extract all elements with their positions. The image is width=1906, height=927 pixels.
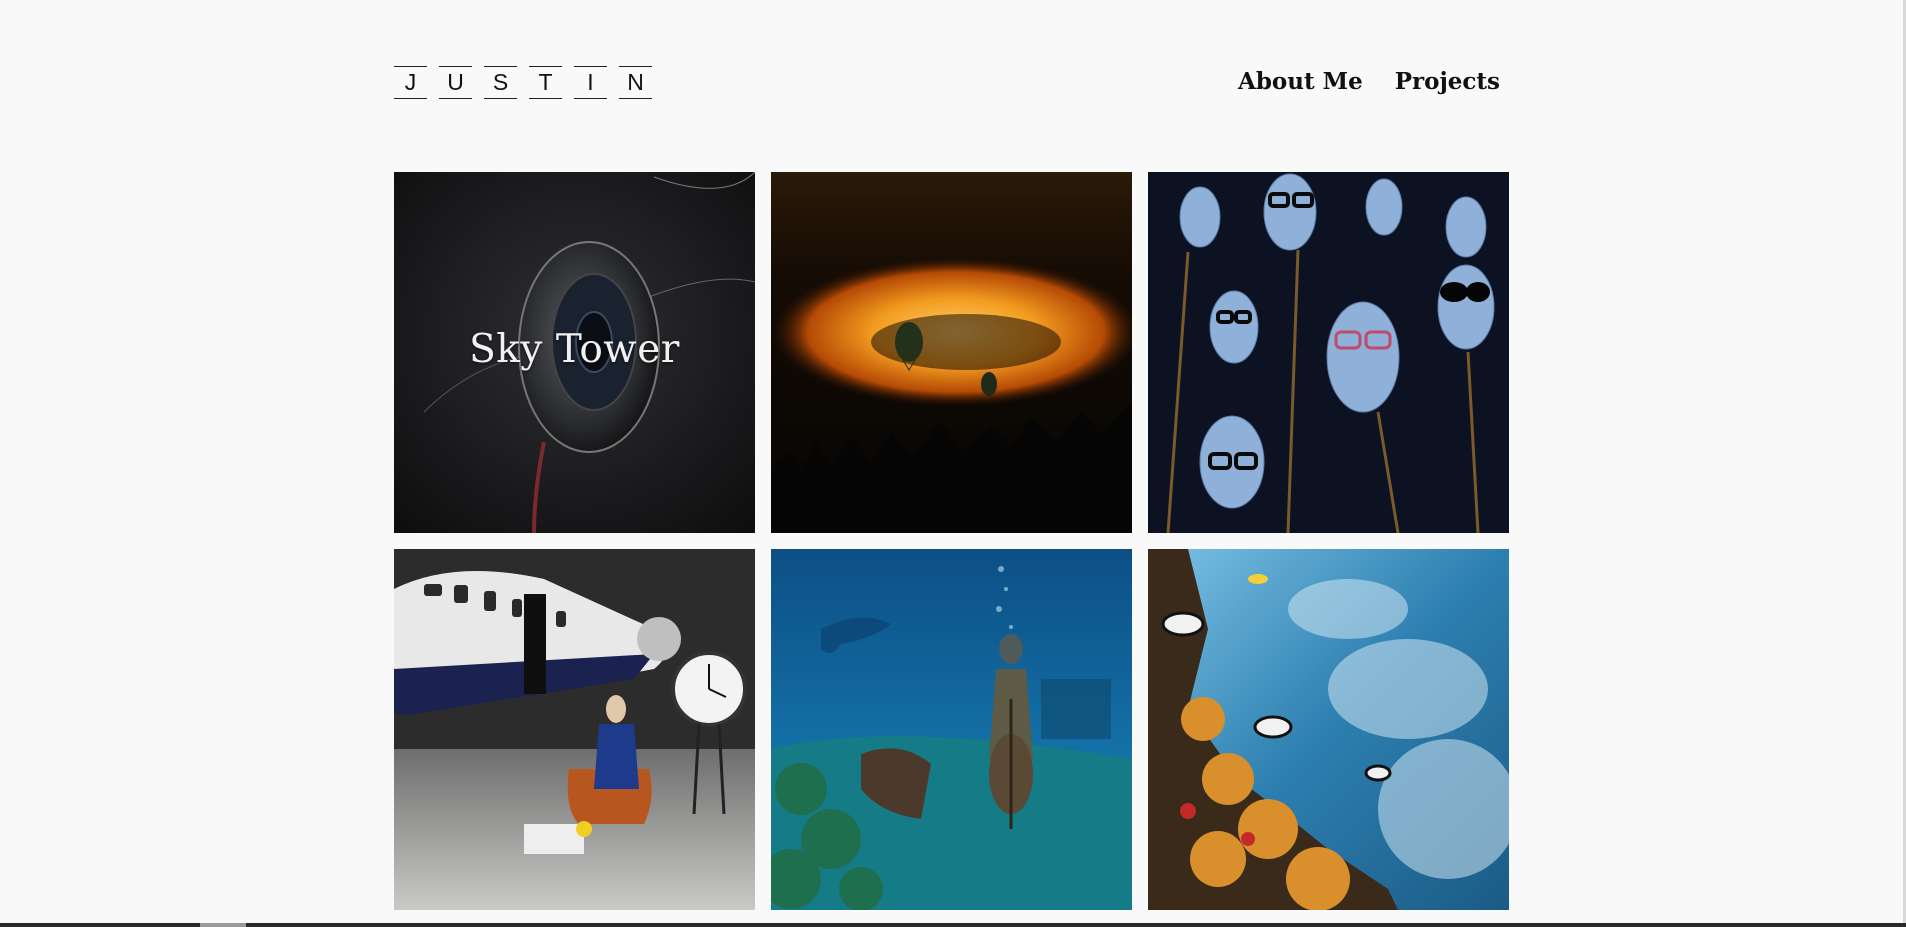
logo-letter: S <box>484 66 517 99</box>
logo-letter: T <box>529 66 562 99</box>
gallery-tile-coral-reef[interactable] <box>1148 549 1509 910</box>
logo-letter: J <box>394 66 427 99</box>
nav-link-projects[interactable]: Projects <box>1395 68 1500 95</box>
gallery-tile-mannequins[interactable] <box>1148 172 1509 533</box>
fire-clouds-image <box>771 172 1132 533</box>
underwater-cello-image <box>771 549 1132 910</box>
coral-reef-image <box>1148 549 1509 910</box>
nav-link-about-me[interactable]: About Me <box>1238 68 1363 95</box>
gallery-tile-sky-tower[interactable]: Sky Tower <box>394 172 755 533</box>
logo-letter: U <box>439 66 472 99</box>
gallery-tile-private-jet[interactable] <box>394 549 755 910</box>
horizontal-scrollbar[interactable] <box>0 923 1906 927</box>
private-jet-image <box>394 549 755 910</box>
gallery-tile-balloons[interactable] <box>771 172 1132 533</box>
logo-letter: I <box>574 66 607 99</box>
scrollbar-thumb[interactable] <box>200 923 246 927</box>
main-nav: About Me Projects <box>1238 68 1500 95</box>
project-gallery: Sky Tower <box>394 172 1509 910</box>
tile-caption: Sky Tower <box>469 327 680 372</box>
site-logo[interactable]: J U S T I N <box>394 66 652 99</box>
logo-letter: N <box>619 66 652 99</box>
mannequin-heads-image <box>1148 172 1509 533</box>
page: J U S T I N About Me Projects Sky Tower <box>394 0 1510 927</box>
gallery-tile-underwater-cello[interactable] <box>771 549 1132 910</box>
